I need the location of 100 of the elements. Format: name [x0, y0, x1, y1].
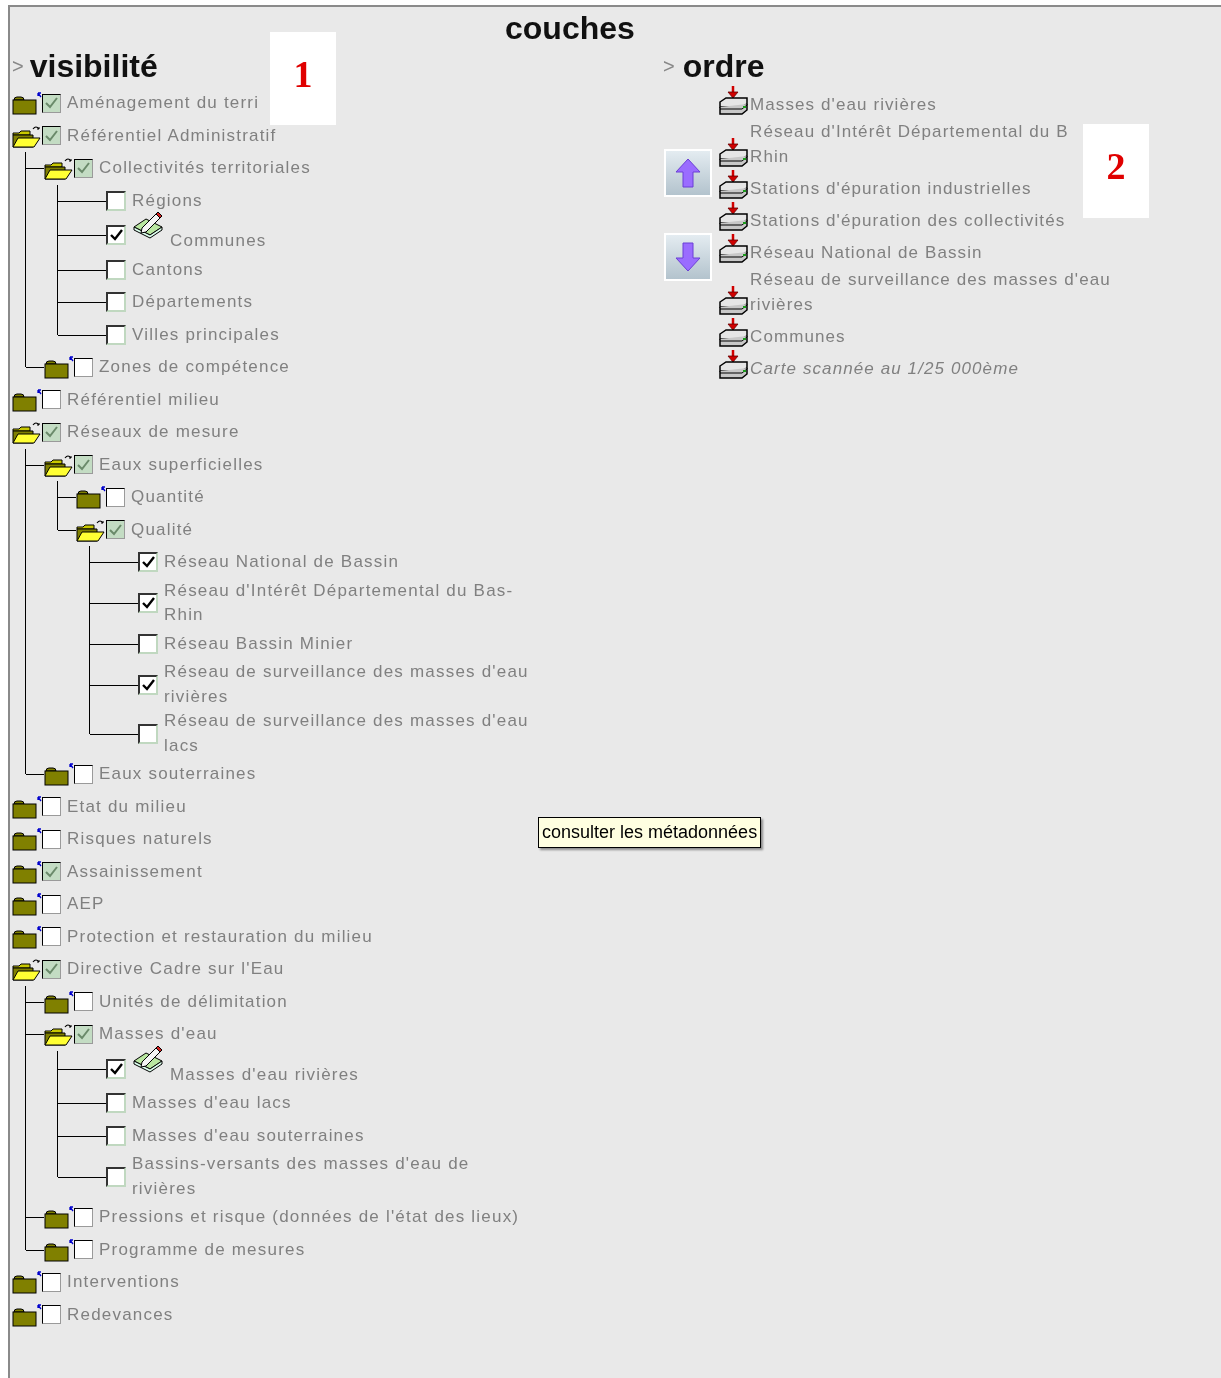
layer-checkbox[interactable]: [74, 1240, 93, 1260]
layer-name: Réseaux de mesure: [67, 421, 240, 443]
folder-icon[interactable]: [12, 859, 42, 884]
layer-name: Masses d'eau rivières: [170, 1063, 360, 1086]
layer-checkbox[interactable]: [42, 894, 61, 914]
layer-icon: [718, 285, 750, 317]
layer-checkbox[interactable]: [42, 93, 61, 113]
layer-checkbox[interactable]: [74, 455, 93, 475]
layer-checkbox[interactable]: [106, 292, 126, 313]
layer-checkbox[interactable]: [106, 190, 126, 211]
folder-icon[interactable]: [44, 1237, 74, 1262]
layer-checkbox[interactable]: [74, 1024, 93, 1044]
layer-checkbox[interactable]: [42, 862, 61, 882]
folder-icon[interactable]: [44, 989, 74, 1014]
layer-name: Villes principales: [132, 323, 280, 346]
folder-icon[interactable]: [12, 91, 42, 116]
layer-name: AEP: [67, 893, 105, 915]
section-heading: visibilité: [29, 47, 158, 85]
layer-name: Masses d'eau lacs: [132, 1092, 292, 1114]
layer-name: Programme de mesures: [99, 1238, 306, 1261]
layer-checkbox[interactable]: [42, 829, 61, 849]
layer-checkbox[interactable]: [106, 225, 126, 246]
layer-checkbox[interactable]: [106, 324, 126, 345]
folder-icon[interactable]: [44, 762, 74, 787]
folder-icon[interactable]: [12, 827, 42, 852]
folder-icon[interactable]: [76, 485, 106, 510]
layer-icon: [718, 169, 750, 201]
layer-checkbox[interactable]: [106, 487, 125, 507]
layer-name: Masses d'eau: [99, 1023, 218, 1045]
layer-name: Interventions: [67, 1271, 180, 1293]
folder-icon[interactable]: [12, 1270, 42, 1295]
layer-checkbox[interactable]: [74, 1207, 93, 1227]
layer-checkbox[interactable]: [74, 158, 93, 178]
layer-order-item[interactable]: Stations d'épuration des collectivités: [750, 208, 1066, 233]
layer-checkbox[interactable]: [106, 259, 126, 280]
layer-checkbox[interactable]: [106, 1058, 126, 1079]
layer-name: Départements: [132, 291, 254, 313]
layer-name: Cantons: [132, 258, 204, 281]
layer-order-item[interactable]: Réseau d'Intérêt Départemental du B Rhin: [750, 119, 1069, 169]
layer-checkbox[interactable]: [42, 927, 61, 947]
layer-name: Aménagement du terri: [67, 92, 260, 114]
layer-checkbox[interactable]: [106, 520, 125, 540]
layer-checkbox[interactable]: [138, 723, 158, 744]
move-down-button[interactable]: [664, 233, 712, 281]
open-folder-icon[interactable]: [44, 1022, 74, 1047]
layer-name: Communes: [170, 230, 267, 252]
layer-order-item[interactable]: Communes: [750, 324, 846, 349]
layer-checkbox[interactable]: [106, 1093, 126, 1114]
layer-name: Eaux superficielles: [99, 453, 264, 476]
layer-icon: [718, 233, 750, 265]
layer-name: Référentiel Administratif: [67, 124, 277, 147]
layer-checkbox[interactable]: [74, 764, 93, 784]
layer-name: Réseau de surveillance des masses d'eau lacs: [164, 710, 530, 757]
section-heading: ordre: [682, 47, 765, 85]
open-folder-icon[interactable]: [44, 156, 74, 181]
panel-title: couches: [505, 9, 635, 48]
layer-checkbox[interactable]: [74, 992, 93, 1012]
folder-icon[interactable]: [44, 355, 74, 380]
open-folder-icon[interactable]: [12, 420, 42, 445]
layer-name: Etat du milieu: [67, 795, 187, 818]
layer-name: Pressions et risque (données de l'état des lieux): [99, 1206, 520, 1228]
folder-icon[interactable]: [12, 387, 42, 412]
layer-order-item[interactable]: Réseau de surveillance des masses d'eau rivières: [750, 267, 1111, 317]
layer-name: Réseau de surveillance des masses d'eau rivières: [164, 661, 530, 708]
layer-checkbox[interactable]: [138, 674, 158, 695]
folder-icon[interactable]: [12, 794, 42, 819]
layer-icon: [718, 349, 750, 381]
layer-order-item[interactable]: Réseau National de Bassin: [750, 240, 983, 265]
layer-name: Réseau Bassin Minier: [164, 632, 354, 655]
layer-checkbox[interactable]: [42, 797, 61, 817]
layer-checkbox[interactable]: [42, 126, 61, 146]
layer-checkbox[interactable]: [106, 1166, 126, 1187]
layer-name: Bassins-versants des masses d'eau de rivières: [132, 1153, 471, 1200]
folder-icon[interactable]: [12, 1302, 42, 1327]
open-folder-icon[interactable]: [12, 957, 42, 982]
edit-layer-icon[interactable]: [132, 211, 164, 239]
move-up-button[interactable]: [664, 149, 712, 197]
layer-checkbox[interactable]: [138, 593, 158, 613]
layer-name: Qualité: [131, 518, 194, 541]
callout-label: 2: [1083, 124, 1149, 218]
layer-checkbox[interactable]: [42, 1305, 61, 1325]
layer-checkbox[interactable]: [42, 390, 61, 410]
heading-marker: >: [12, 54, 24, 79]
layer-checkbox[interactable]: [42, 422, 61, 442]
layer-order-item[interactable]: Carte scannée au 1/25 000ème: [750, 356, 1019, 381]
folder-icon[interactable]: [12, 924, 42, 949]
folder-icon[interactable]: [44, 1205, 74, 1230]
folder-icon[interactable]: [12, 892, 42, 917]
layer-checkbox[interactable]: [42, 959, 61, 979]
tooltip: consulter les métadonnées: [538, 817, 762, 848]
edit-layer-icon[interactable]: [132, 1044, 164, 1073]
layer-checkbox[interactable]: [42, 1272, 61, 1292]
layer-name: Masses d'eau souterraines: [132, 1124, 365, 1147]
layer-checkbox[interactable]: [74, 357, 93, 377]
layer-checkbox[interactable]: [106, 1125, 126, 1146]
layer-checkbox[interactable]: [138, 552, 158, 573]
layer-order-item[interactable]: Masses d'eau rivières: [750, 92, 937, 117]
layer-order-item[interactable]: Stations d'épuration industrielles: [750, 176, 1032, 201]
down-arrow-icon: [675, 242, 701, 272]
layer-checkbox[interactable]: [138, 633, 158, 654]
